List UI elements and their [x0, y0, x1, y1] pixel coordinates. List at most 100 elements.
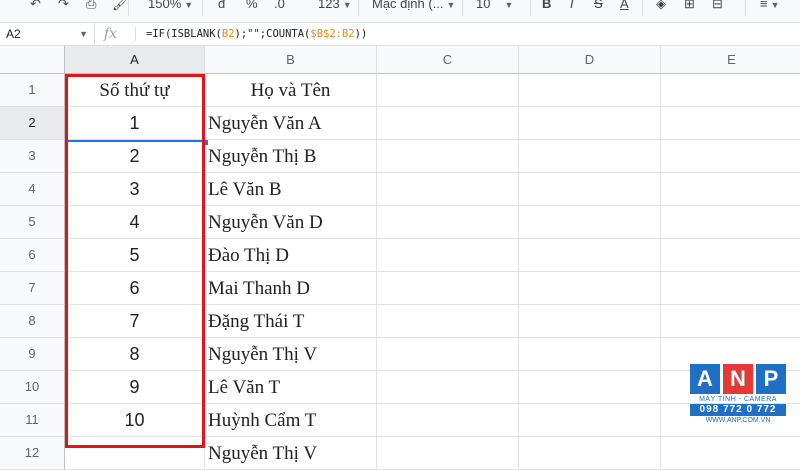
cell-a10[interactable]: 9 — [65, 371, 205, 404]
cell-a6[interactable]: 5 — [65, 239, 205, 272]
percent-button[interactable]: % — [246, 0, 258, 14]
strikethrough-button[interactable]: S — [594, 0, 603, 14]
row-header[interactable]: 7 — [0, 272, 65, 305]
cell-c11[interactable] — [377, 404, 519, 437]
cell-e3[interactable] — [661, 140, 800, 173]
cell-b12[interactable]: Nguyễn Thị V — [205, 437, 377, 470]
cell-b9[interactable]: Nguyễn Thị V — [205, 338, 377, 371]
cell-a11[interactable]: 10 — [65, 404, 205, 437]
column-header-a[interactable]: A — [65, 46, 205, 74]
cell-b1[interactable]: Họ và Tên — [205, 74, 377, 107]
cell-d10[interactable] — [519, 371, 661, 404]
cell-e12[interactable] — [661, 437, 800, 470]
cell-c4[interactable] — [377, 173, 519, 206]
fill-handle[interactable] — [203, 140, 208, 145]
borders-icon[interactable]: ⊞ — [684, 0, 695, 14]
logo-letter: N — [723, 364, 753, 394]
cell-c8[interactable] — [377, 305, 519, 338]
column-header-d[interactable]: D — [519, 46, 661, 74]
row-header[interactable]: 5 — [0, 206, 65, 239]
cell-a9[interactable]: 8 — [65, 338, 205, 371]
column-header-c[interactable]: C — [377, 46, 519, 74]
cell-b10[interactable]: Lê Văn T — [205, 371, 377, 404]
row-header[interactable]: 1 — [0, 74, 65, 107]
cell-a3[interactable]: 2 — [65, 140, 205, 173]
cell-c3[interactable] — [377, 140, 519, 173]
cell-e2[interactable] — [661, 107, 800, 140]
font-select[interactable]: Mặc định (... ▼ — [372, 0, 455, 14]
fx-icon: fx — [104, 26, 118, 42]
row-header[interactable]: 4 — [0, 173, 65, 206]
cell-a7[interactable]: 6 — [65, 272, 205, 305]
cell-a2[interactable]: 1 — [65, 107, 205, 140]
cell-b6[interactable]: Đào Thị D — [205, 239, 377, 272]
cell-b2[interactable]: Nguyễn Văn A — [205, 107, 377, 140]
zoom-select[interactable]: 150% ▼ — [148, 0, 193, 14]
redo-icon[interactable]: ↷ — [58, 0, 69, 14]
cell-a1[interactable]: Số thứ tự — [65, 74, 205, 107]
cell-a5[interactable]: 4 — [65, 206, 205, 239]
cell-b11[interactable]: Huỳnh Cẩm T — [205, 404, 377, 437]
cell-c9[interactable] — [377, 338, 519, 371]
row-header[interactable]: 6 — [0, 239, 65, 272]
cell-d1[interactable] — [519, 74, 661, 107]
italic-button[interactable]: I — [570, 0, 574, 14]
cell-d5[interactable] — [519, 206, 661, 239]
cell-d8[interactable] — [519, 305, 661, 338]
cell-a8[interactable]: 7 — [65, 305, 205, 338]
cell-c1[interactable] — [377, 74, 519, 107]
cell-c12[interactable] — [377, 437, 519, 470]
cell-b7[interactable]: Mai Thanh D — [205, 272, 377, 305]
name-box[interactable]: A2 ▼ — [0, 23, 95, 45]
cell-b3[interactable]: Nguyễn Thị B — [205, 140, 377, 173]
cell-d2[interactable] — [519, 107, 661, 140]
cell-a12[interactable] — [65, 437, 205, 470]
cell-c2[interactable] — [377, 107, 519, 140]
cell-d7[interactable] — [519, 272, 661, 305]
cell-d3[interactable] — [519, 140, 661, 173]
row-header[interactable]: 12 — [0, 437, 65, 470]
cell-b8[interactable]: Đặng Thái T — [205, 305, 377, 338]
cell-e7[interactable] — [661, 272, 800, 305]
row-header[interactable]: 8 — [0, 305, 65, 338]
row-header[interactable]: 9 — [0, 338, 65, 371]
more-formats-button[interactable]: 123 ▼ — [318, 0, 352, 14]
cell-c7[interactable] — [377, 272, 519, 305]
align-icon[interactable]: ≡ ▼ — [760, 0, 780, 14]
cell-d12[interactable] — [519, 437, 661, 470]
cell-c10[interactable] — [377, 371, 519, 404]
bold-button[interactable]: B — [542, 0, 551, 14]
formula-input[interactable]: =IF(ISBLANK(B2);"";COUNTA($B$2:B2)) — [146, 23, 367, 45]
decimal-button[interactable]: .0 — [274, 0, 285, 14]
chevron-down-icon: ▼ — [342, 0, 352, 10]
row-header[interactable]: 3 — [0, 140, 65, 173]
cell-b4[interactable]: Lê Văn B — [205, 173, 377, 206]
cell-c5[interactable] — [377, 206, 519, 239]
cell-d4[interactable] — [519, 173, 661, 206]
cell-a4[interactable]: 3 — [65, 173, 205, 206]
currency-button[interactable]: đ — [218, 0, 225, 14]
cell-c6[interactable] — [377, 239, 519, 272]
cell-b5[interactable]: Nguyễn Văn D — [205, 206, 377, 239]
cell-e6[interactable] — [661, 239, 800, 272]
font-size-select[interactable]: 10 ▼ — [476, 0, 513, 14]
cell-e1[interactable] — [661, 74, 800, 107]
column-header-b[interactable]: B — [205, 46, 377, 74]
row-header[interactable]: 10 — [0, 371, 65, 404]
print-icon[interactable]: ⎙ — [86, 0, 96, 14]
merge-cells-icon[interactable]: ⊟ — [712, 0, 723, 14]
row-header[interactable]: 11 — [0, 404, 65, 437]
cell-e4[interactable] — [661, 173, 800, 206]
undo-icon[interactable]: ↶ — [30, 0, 41, 14]
column-header-e[interactable]: E — [661, 46, 800, 74]
cell-e8[interactable] — [661, 305, 800, 338]
cell-e5[interactable] — [661, 206, 800, 239]
paint-format-icon[interactable]: 🖌 — [112, 0, 129, 14]
cell-d11[interactable] — [519, 404, 661, 437]
select-all-corner[interactable] — [0, 46, 65, 74]
row-header[interactable]: 2 — [0, 107, 65, 140]
cell-d6[interactable] — [519, 239, 661, 272]
cell-d9[interactable] — [519, 338, 661, 371]
fill-color-icon[interactable]: ◈ — [656, 0, 666, 14]
text-color-button[interactable]: A — [620, 0, 629, 14]
